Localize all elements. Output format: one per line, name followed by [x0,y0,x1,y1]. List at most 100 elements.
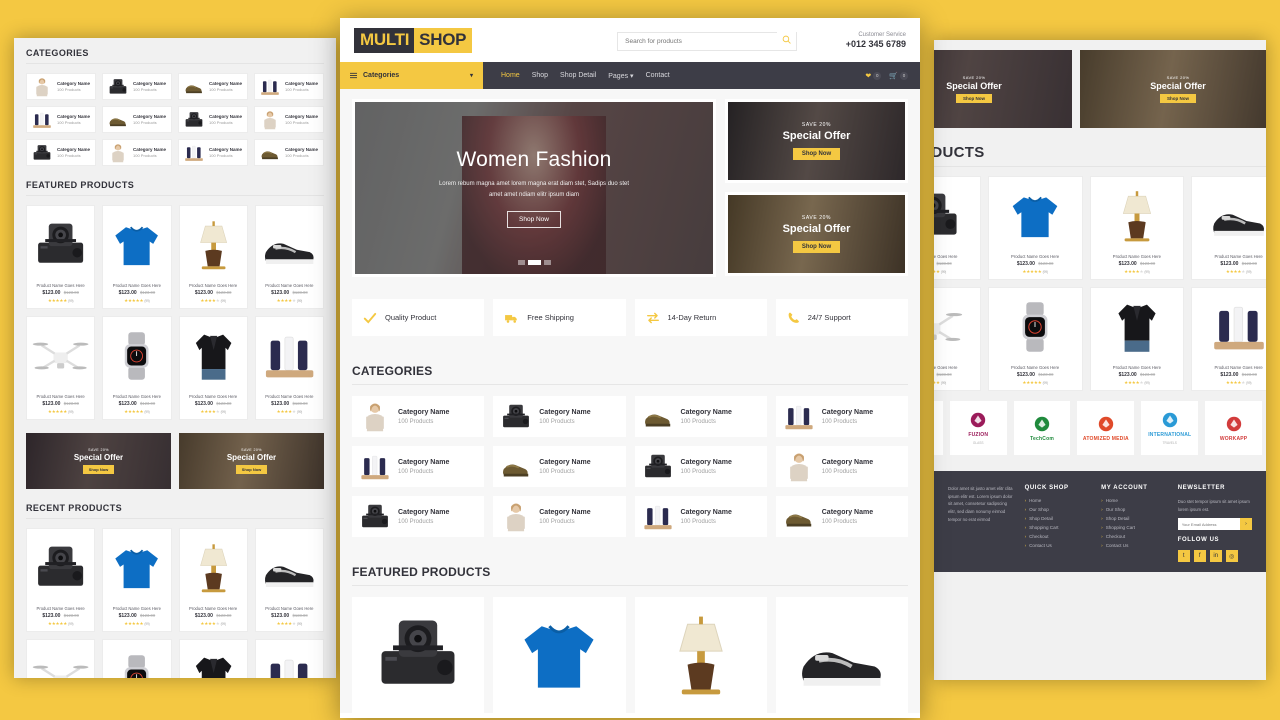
product-card[interactable]: Product Name Goes Here $123.00 $123.00 ★… [254,528,324,632]
brand-logo[interactable]: INTERNATIONAL TRAVELS [1141,401,1199,455]
category-card[interactable]: Category Name 100 Products [493,396,626,437]
category-card[interactable]: Category Name 100 Products [102,73,172,100]
feature-item[interactable]: Quality Product [352,299,485,336]
footer-link[interactable]: Checkout [1025,534,1090,539]
brand-logo[interactable]: WORKAPP [1205,401,1262,455]
search-button[interactable] [777,30,797,48]
newsletter-form[interactable]: › [1177,518,1252,531]
carousel-dot-active[interactable] [527,260,541,265]
offer-banner-1[interactable]: SAVE 20% Special Offer Shop Now [725,99,908,183]
product-card[interactable]: Product Name Goes Here $123.00 $123.00 ★… [102,639,172,678]
wishlist-button[interactable]: ❤ 0 [865,71,882,80]
offer-button[interactable]: Shop Now [82,465,115,474]
footer-link[interactable]: Shopping Cart [1101,525,1166,530]
product-card[interactable]: Product Name Goes Here $123.00 $123.00 ★… [102,528,172,632]
categories-dropdown[interactable]: Categories ▾ [340,62,483,89]
category-card[interactable]: Category Name 100 Products [775,496,908,537]
nav-link-shop-detail[interactable]: Shop Detail [560,72,596,79]
footer-link[interactable]: Shopping Cart [1025,525,1090,530]
category-card[interactable]: Category Name 100 Products [352,396,485,437]
category-card[interactable]: Category Name 100 Products [493,496,626,537]
product-card[interactable]: Product Name Goes Here $123.00 $123.00 ★… [102,316,172,420]
hero-carousel[interactable]: Women Fashion Lorem rebum magna amet lor… [352,99,716,277]
facebook-icon[interactable]: f [1193,550,1206,563]
footer-link[interactable]: Our Shop [1025,507,1090,512]
category-card[interactable]: Category Name 100 Products [634,446,767,487]
product-card[interactable]: Product Name Goes Here $123.00 $123.00 ★… [178,528,248,632]
offer-shop-now-button[interactable]: Shop Now [792,241,841,253]
background-page-left[interactable]: CATEGORIES Category Name 100 Products Ca… [14,38,336,678]
newsletter-email-input[interactable] [1177,518,1240,531]
nav-link-shop[interactable]: Shop [532,72,548,79]
category-card[interactable]: Category Name 100 Products [775,396,908,437]
footer-link[interactable]: Shop Detail [1101,516,1166,521]
brand-logo[interactable]: TechCom [1013,401,1071,455]
nav-link-pages[interactable]: Pages ▾ [608,72,633,80]
offer-button[interactable]: Shop Now [1160,94,1196,103]
foreground-page[interactable]: MULTISHOP Customer Service +012 345 6789 [340,18,920,718]
instagram-icon[interactable]: ◎ [1225,550,1238,563]
category-card[interactable]: Category Name 100 Products [352,446,485,487]
offer-banner[interactable]: SAVE 20% Special Offer Shop Now [934,50,1072,128]
category-card[interactable]: Category Name 100 Products [775,446,908,487]
offer-shop-now-button[interactable]: Shop Now [792,148,841,160]
product-card[interactable]: Product Name Goes Here $123.00 $123.00 ★… [987,176,1083,280]
carousel-dot[interactable] [543,260,551,265]
product-card[interactable]: Product Name Goes Here $123.00 $123.00 ★… [102,205,172,309]
category-card[interactable]: Category Name 100 Products [26,139,96,166]
product-card[interactable]: Product Name Goes Here $123.00 $123.00 ★… [178,316,248,420]
category-card[interactable]: Category Name 100 Products [178,73,248,100]
footer-link[interactable]: Home [1101,498,1166,503]
product-card[interactable]: Product Name Goes Here $123.00 $123.00 ★… [254,205,324,309]
product-card[interactable] [352,597,485,713]
twitter-icon[interactable]: t [1177,550,1190,563]
category-card[interactable]: Category Name 100 Products [178,139,248,166]
product-card[interactable]: Product Name Goes Here $123.00 $123.00 ★… [1089,176,1185,280]
product-card[interactable]: Product Name Goes Here $123.00 $123.00 ★… [178,639,248,678]
product-card[interactable]: Product Name Goes Here $123.00 $123.00 ★… [1191,287,1266,391]
nav-link-home[interactable]: Home [501,72,520,79]
cart-button[interactable]: 🛒 0 [889,71,908,80]
product-card[interactable] [493,597,626,713]
carousel-dot[interactable] [517,260,525,265]
search-box[interactable] [617,30,798,51]
background-page-right[interactable]: SAVE 20% Special Offer Shop Now SAVE 20%… [934,40,1266,680]
footer-link[interactable]: Home [1025,498,1090,503]
feature-item[interactable]: 14-Day Return [634,299,767,336]
category-card[interactable]: Category Name 100 Products [493,446,626,487]
category-card[interactable]: Category Name 100 Products [178,106,248,133]
product-card[interactable]: Product Name Goes Here $123.00 $123.00 ★… [1191,176,1266,280]
category-card[interactable]: Category Name 100 Products [254,73,324,100]
brand-logo[interactable]: Care [934,401,943,455]
product-card[interactable] [775,597,908,713]
category-card[interactable]: Category Name 100 Products [102,106,172,133]
product-card[interactable]: Product Name Goes Here $123.00 $123.00 ★… [934,176,981,280]
site-logo[interactable]: MULTI SHOP [354,27,473,53]
nav-link-contact[interactable]: Contact [646,72,670,79]
category-card[interactable]: Category Name 100 Products [634,396,767,437]
product-card[interactable]: Product Name Goes Here $123.00 $123.00 ★… [1089,287,1185,391]
brand-logo[interactable]: FUZION GLASS [949,401,1007,455]
product-card[interactable]: Product Name Goes Here $123.00 $123.00 ★… [934,287,981,391]
offer-banner[interactable]: SAVE 20% Special Offer Shop Now [1080,50,1266,128]
feature-item[interactable]: Free Shipping [493,299,626,336]
footer-link[interactable]: Contact Us [1025,543,1090,548]
product-card[interactable]: Product Name Goes Here $123.00 $123.00 ★… [254,316,324,420]
newsletter-submit-button[interactable]: › [1239,518,1252,531]
category-card[interactable]: Category Name 100 Products [102,139,172,166]
footer-link[interactable]: Checkout [1101,534,1166,539]
category-card[interactable]: Category Name 100 Products [254,106,324,133]
hero-shop-now-button[interactable]: Shop Now [507,211,561,229]
product-card[interactable] [634,597,767,713]
product-card[interactable]: Product Name Goes Here $123.00 $123.00 ★… [26,639,96,678]
category-card[interactable]: Category Name 100 Products [254,139,324,166]
category-card[interactable]: Category Name 100 Products [26,73,96,100]
product-card[interactable]: Product Name Goes Here $123.00 $123.00 ★… [26,316,96,420]
footer-link[interactable]: Shop Detail [1025,516,1090,521]
product-card[interactable]: Product Name Goes Here $123.00 $123.00 ★… [987,287,1083,391]
offer-banner[interactable]: SAVE 20% Special Offer Shop Now [179,433,324,489]
linkedin-icon[interactable]: in [1209,550,1222,563]
footer-link[interactable]: Contact Us [1101,543,1166,548]
offer-banner-2[interactable]: SAVE 20% Special Offer Shop Now [725,192,908,276]
product-card[interactable]: Product Name Goes Here $123.00 $123.00 ★… [26,528,96,632]
